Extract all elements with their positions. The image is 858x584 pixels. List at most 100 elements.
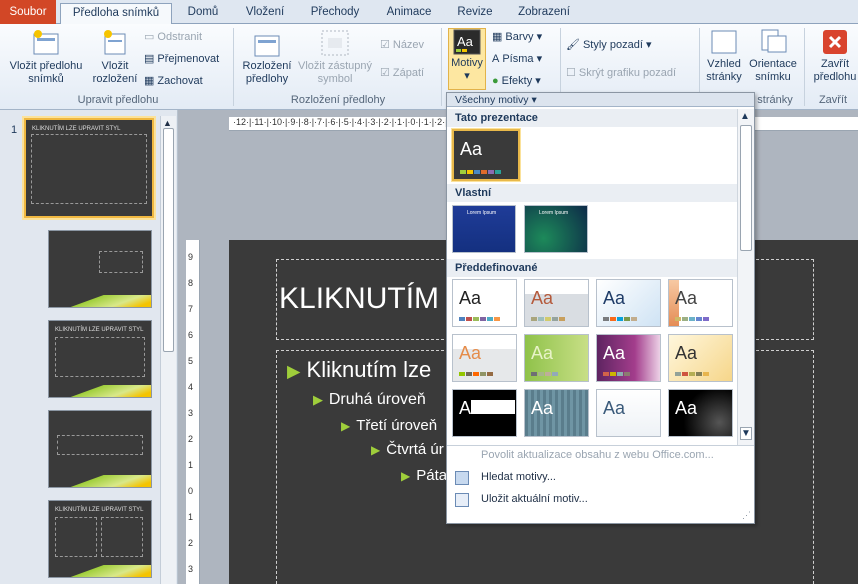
theme-composite[interactable]: Aa: [452, 389, 517, 437]
section-custom: Vlastní: [447, 184, 739, 202]
master-layout-button[interactable]: Rozložení předlohy: [238, 34, 296, 86]
preserve-button[interactable]: ▦ Zachovat: [144, 72, 203, 90]
scroll-up-icon[interactable]: ▲: [163, 118, 172, 128]
thumbnail-placeholder: [57, 435, 143, 455]
tab-home[interactable]: Domů: [178, 3, 228, 24]
resize-grip-icon[interactable]: ⋰: [742, 510, 751, 521]
enable-content-updates-item[interactable]: Povolit aktualizace obsahu z webu Office…: [481, 449, 714, 461]
thumbnail-placeholder: [99, 251, 143, 273]
footers-checkbox[interactable]: ☑ Zápatí: [380, 64, 424, 82]
tab-insert[interactable]: Vložení: [238, 3, 292, 24]
theme-couture[interactable]: Aa: [596, 389, 661, 437]
slide-orientation-button[interactable]: Orientace snímku: [745, 28, 801, 84]
tab-animations[interactable]: Animace: [378, 3, 440, 24]
scrollbar-thumb[interactable]: [740, 125, 752, 251]
tab-view[interactable]: Zobrazení: [510, 3, 578, 24]
theme-elemental[interactable]: Aa: [668, 389, 733, 437]
close-master-view-button[interactable]: Zavřít předlohu: [808, 28, 858, 84]
level-2-text: Druhá úroveň: [328, 391, 426, 408]
placeholder-icon: [321, 30, 349, 56]
background-styles-button[interactable]: 🖌 Styly pozadí ▾: [566, 36, 651, 54]
insert-slide-master-button[interactable]: Vložit předlohu snímků: [4, 28, 88, 86]
group-page-setup-label: stránky: [757, 94, 793, 106]
theme-preview-text: Aa: [603, 343, 626, 363]
layout-thumbnail[interactable]: KLIKNUTÍM LZE UPRAVIT STYL: [48, 320, 152, 398]
page-setup-button[interactable]: Vzhled stránky: [703, 28, 745, 84]
theme-custom-1[interactable]: Lorem Ipsum: [452, 205, 516, 253]
fonts-button[interactable]: A Písma ▾: [492, 50, 542, 68]
svg-text:Aa: Aa: [457, 34, 474, 49]
ruler-mark: 1: [188, 512, 194, 522]
insert-layout-label-2: rozložení: [92, 73, 138, 85]
scrollbar-thumb[interactable]: [163, 128, 174, 352]
layout-thumbnail[interactable]: [48, 230, 152, 308]
rename-button[interactable]: ▤ Přejmenovat: [144, 50, 219, 68]
theme-custom-2[interactable]: Lorem Ipsum: [524, 205, 588, 253]
ruler-mark: 3: [188, 564, 194, 574]
theme-austin[interactable]: Aa: [452, 334, 517, 382]
theme-adjacency[interactable]: Aa: [524, 279, 589, 327]
theme-preview-text: Aa: [459, 343, 482, 363]
slide-number: 1: [11, 124, 18, 136]
level-4-text: Čtvrtá úr: [386, 441, 444, 458]
thumbnail-accent: [49, 385, 151, 397]
theme-civic[interactable]: Aa: [596, 334, 661, 382]
theme-apex[interactable]: Aa: [668, 279, 733, 327]
ruler-mark: 4: [188, 382, 194, 392]
thumbnail-scrollbar[interactable]: ▲: [160, 116, 176, 584]
scroll-up-icon[interactable]: ▲: [740, 111, 750, 122]
master-layout-icon: [254, 35, 280, 57]
title-checkbox[interactable]: ☑ Název: [380, 36, 424, 54]
gallery-scrollbar[interactable]: ▲ ▼: [737, 109, 754, 445]
delete-icon: ▭: [144, 31, 155, 44]
ruler-mark: 1: [188, 460, 194, 470]
theme-concourse[interactable]: Aa: [524, 389, 589, 437]
theme-clarity[interactable]: Aa: [668, 334, 733, 382]
ruler-marks: 9 8 7 6 5 4 3 2 1 0 1 2 3: [188, 244, 193, 582]
body-level-4: ▶ Čtvrtá úr: [371, 441, 444, 458]
colors-label: Barvy: [505, 31, 534, 43]
insert-layout-button[interactable]: Vložit rozložení: [90, 28, 140, 86]
layout-thumbnail[interactable]: [48, 410, 152, 488]
bg-styles-label: Styly pozadí: [582, 39, 643, 51]
themes-button[interactable]: Aa Motivy ▾: [448, 28, 486, 90]
delete-button[interactable]: ▭ Odstranit: [144, 28, 202, 46]
colors-button[interactable]: ▦ Barvy ▾: [492, 28, 542, 46]
theme-current[interactable]: Aa: [452, 129, 520, 181]
theme-color-bars: [675, 372, 709, 376]
master-thumbnail[interactable]: KLIKNUTÍM LZE UPRAVIT STYL: [24, 118, 154, 218]
tab-slide-master[interactable]: Předloha snímků: [60, 3, 172, 25]
theme-preview-text: Aa: [603, 398, 626, 418]
hide-background-checkbox[interactable]: ☐ Skrýt grafiku pozadí: [566, 64, 676, 82]
theme-preview-text: Aa: [675, 398, 698, 418]
ruler-mark: 9: [188, 252, 194, 262]
all-themes-filter[interactable]: Všechny motivy ▾: [447, 93, 754, 107]
save-current-theme-item[interactable]: Uložit aktuální motiv...: [481, 493, 588, 505]
theme-preview-text: Aa: [603, 288, 626, 308]
theme-custom-text: Lorem Ipsum: [467, 210, 497, 216]
themes-label: Motivy: [451, 57, 483, 69]
tab-transitions[interactable]: Přechody: [302, 3, 368, 24]
close-label-2: předlohu: [813, 71, 857, 83]
theme-custom-text: Lorem Ipsum: [539, 210, 569, 216]
body-level-5: ▶ Páta: [401, 467, 447, 484]
theme-preview-text: Aa: [531, 343, 554, 363]
theme-black-tie[interactable]: Aa: [524, 334, 589, 382]
tab-review[interactable]: Revize: [450, 3, 500, 24]
thumbnail-body-placeholder: [31, 134, 147, 204]
level-5-text: Páta: [416, 467, 448, 484]
insert-placeholder-button[interactable]: Vložit zástupný symbol: [294, 28, 376, 86]
tab-file[interactable]: Soubor: [0, 0, 56, 24]
theme-office[interactable]: Aa: [452, 279, 517, 327]
bullet-arrow-icon: ▶: [313, 392, 323, 407]
scroll-down-icon[interactable]: ▼: [740, 427, 752, 440]
effects-button[interactable]: ● Efekty ▾: [492, 72, 541, 90]
theme-angles[interactable]: Aa: [596, 279, 661, 327]
theme-preview-text: Aa: [460, 139, 483, 159]
layout-thumbnail[interactable]: KLIKNUTÍM LZE UPRAVIT STYL: [48, 500, 152, 578]
thumbnail-title: KLIKNUTÍM LZE UPRAVIT STYL: [55, 327, 144, 333]
theme-color-bars: [603, 372, 630, 376]
footers-checkbox-label: Zápatí: [392, 67, 425, 79]
body-level-1: ▶ Kliknutím lze: [287, 357, 431, 383]
browse-themes-item[interactable]: Hledat motivy...: [481, 471, 556, 483]
